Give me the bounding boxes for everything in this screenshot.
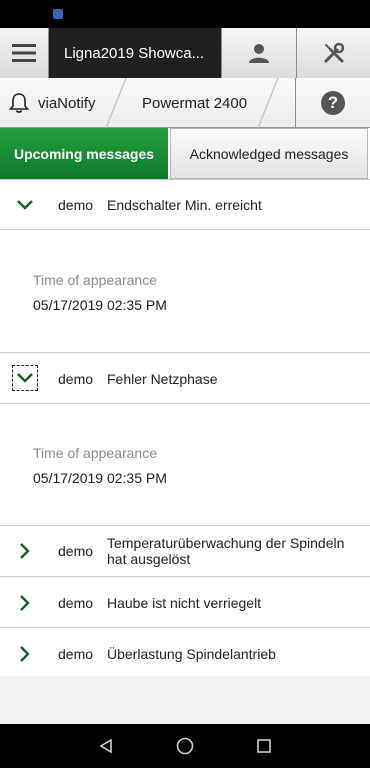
- recents-square-icon: [257, 739, 271, 753]
- detail-label: Time of appearance: [33, 272, 157, 288]
- chevron-down-icon: [17, 200, 33, 210]
- message-detail: Time of appearance 05/17/2019 02:35 PM: [0, 404, 370, 526]
- expand-button[interactable]: [13, 591, 37, 615]
- collapse-button[interactable]: [13, 193, 37, 217]
- detail-value: 05/17/2019 02:35 PM: [33, 297, 167, 313]
- breadcrumb-separator: [257, 78, 279, 128]
- machine-label-text: Powermat 2400: [142, 94, 248, 112]
- message-row[interactable]: demo Haube ist nicht verriegelt: [0, 577, 370, 628]
- sub-header: viaNotify Powermat 2400 ?: [0, 78, 370, 128]
- tab-acknowledged-messages[interactable]: Acknowledged messages: [170, 128, 368, 179]
- chevron-down-icon: [17, 373, 33, 383]
- bell-icon: [8, 93, 30, 113]
- app-title: Ligna2019 Showca...: [49, 28, 221, 78]
- message-source: demo: [58, 371, 94, 387]
- message-detail: Time of appearance 05/17/2019 02:35 PM: [0, 230, 370, 353]
- vianotify-link[interactable]: viaNotify: [0, 78, 115, 128]
- message-text: Endschalter Min. erreicht: [107, 197, 262, 213]
- message-text: Haube ist nicht verriegelt: [107, 595, 262, 611]
- detail-value: 05/17/2019 02:35 PM: [33, 470, 167, 486]
- message-row[interactable]: demo Temperaturüberwachung der Spindeln …: [0, 526, 370, 577]
- message-source: demo: [58, 197, 94, 213]
- app-title-text: Ligna2019 Showca...: [64, 44, 205, 62]
- home-circle-icon: [176, 737, 194, 755]
- user-button[interactable]: [221, 28, 296, 78]
- app-header: Ligna2019 Showca...: [0, 28, 370, 78]
- menu-button[interactable]: [0, 28, 49, 78]
- tools-button[interactable]: [296, 28, 370, 78]
- list-background: [0, 676, 370, 724]
- expand-button[interactable]: [13, 539, 37, 563]
- message-source: demo: [58, 543, 94, 559]
- message-row[interactable]: demo Endschalter Min. erreicht: [0, 180, 370, 230]
- help-icon: ?: [321, 91, 345, 115]
- message-source: demo: [58, 595, 94, 611]
- message-text: Fehler Netzphase: [107, 371, 218, 387]
- back-button[interactable]: [94, 734, 118, 758]
- status-bar: [0, 0, 370, 28]
- message-row[interactable]: demo Überlastung Spindelantrieb: [0, 628, 370, 674]
- vianotify-label: viaNotify: [38, 94, 96, 112]
- recents-button[interactable]: [252, 734, 276, 758]
- message-list: demo Endschalter Min. erreicht Time of a…: [0, 180, 370, 676]
- tools-icon: [324, 42, 344, 63]
- message-row[interactable]: demo Fehler Netzphase: [0, 353, 370, 404]
- user-icon: [249, 44, 269, 63]
- help-button[interactable]: ?: [295, 78, 370, 128]
- system-nav-bar: [0, 724, 370, 768]
- detail-label: Time of appearance: [33, 445, 157, 461]
- machine-label[interactable]: Powermat 2400: [142, 78, 247, 128]
- chevron-right-icon: [20, 543, 30, 559]
- message-source: demo: [58, 646, 94, 662]
- back-triangle-icon: [99, 738, 112, 754]
- chevron-right-icon: [20, 595, 30, 611]
- tab-upcoming-messages[interactable]: Upcoming messages: [0, 128, 168, 179]
- breadcrumb-separator: [105, 78, 127, 128]
- chevron-right-icon: [20, 646, 30, 662]
- message-text: Überlastung Spindelantrieb: [107, 646, 276, 662]
- collapse-button[interactable]: [12, 365, 38, 391]
- message-text: Temperaturüberwachung der Spindeln hat a…: [107, 535, 345, 567]
- hamburger-menu-icon: [12, 44, 36, 62]
- notification-icon: [53, 9, 63, 19]
- message-tabs: Upcoming messages Acknowledged messages: [0, 128, 370, 180]
- home-button[interactable]: [173, 734, 197, 758]
- expand-button[interactable]: [13, 642, 37, 666]
